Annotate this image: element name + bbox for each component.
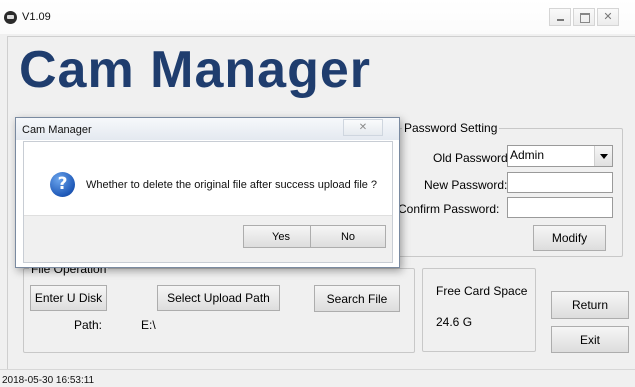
question-icon: ?: [50, 172, 75, 197]
confirm-password-field[interactable]: [507, 197, 613, 218]
path-value: E:\: [141, 318, 156, 332]
no-button[interactable]: No: [310, 225, 386, 248]
free-space-value: 24.6 G: [436, 315, 473, 329]
yes-button[interactable]: Yes: [243, 225, 319, 248]
dialog-title-bar[interactable]: Cam Manager ✕: [16, 118, 399, 140]
maximize-icon: [580, 13, 590, 23]
main-window: V1.09 ✕ Cam Manager Password Setting Old…: [0, 0, 635, 387]
password-setting-legend: Password Setting: [402, 121, 500, 135]
search-file-button[interactable]: Search File: [314, 285, 400, 312]
dialog-title: Cam Manager: [22, 124, 92, 136]
dialog-footer: Yes No: [24, 215, 392, 262]
dialog-message: Whether to delete the original file afte…: [86, 179, 378, 191]
select-upload-path-button[interactable]: Select Upload Path: [157, 285, 280, 311]
path-label: Path:: [74, 318, 103, 332]
new-password-label: New Password:: [424, 178, 508, 192]
free-space-label: Free Card Space: [436, 284, 528, 298]
window-controls: ✕: [549, 8, 621, 26]
status-timestamp: 2018-05-30 16:53:11: [2, 375, 95, 386]
dialog-close-button[interactable]: ✕: [343, 119, 383, 136]
modify-button[interactable]: Modify: [533, 225, 606, 251]
minimize-button[interactable]: [549, 8, 571, 26]
old-password-select[interactable]: Admin: [507, 145, 613, 167]
old-password-label: Old Password: [433, 151, 508, 165]
confirm-dialog: Cam Manager ✕ ? Whether to delete the or…: [15, 117, 400, 268]
app-heading: Cam Manager: [19, 41, 371, 99]
return-button[interactable]: Return: [551, 291, 629, 319]
dialog-body: ? Whether to delete the original file af…: [23, 141, 393, 263]
exit-button[interactable]: Exit: [551, 326, 629, 353]
status-bar: 2018-05-30 16:53:11: [0, 369, 635, 387]
close-icon: ✕: [603, 11, 613, 23]
window-title: V1.09: [22, 11, 51, 23]
chevron-down-icon[interactable]: [594, 146, 612, 166]
confirm-password-label: Confirm Password:: [398, 202, 500, 216]
old-password-value: Admin: [510, 148, 545, 162]
camera-icon: [4, 11, 17, 24]
new-password-field[interactable]: [507, 172, 613, 193]
title-bar[interactable]: V1.09 ✕: [0, 0, 635, 34]
maximize-button[interactable]: [573, 8, 595, 26]
close-button[interactable]: ✕: [597, 8, 619, 26]
free-space-group: [422, 268, 536, 352]
close-icon: ✕: [358, 122, 368, 133]
enter-u-disk-button[interactable]: Enter U Disk: [30, 285, 107, 311]
minimize-icon: [557, 19, 564, 21]
